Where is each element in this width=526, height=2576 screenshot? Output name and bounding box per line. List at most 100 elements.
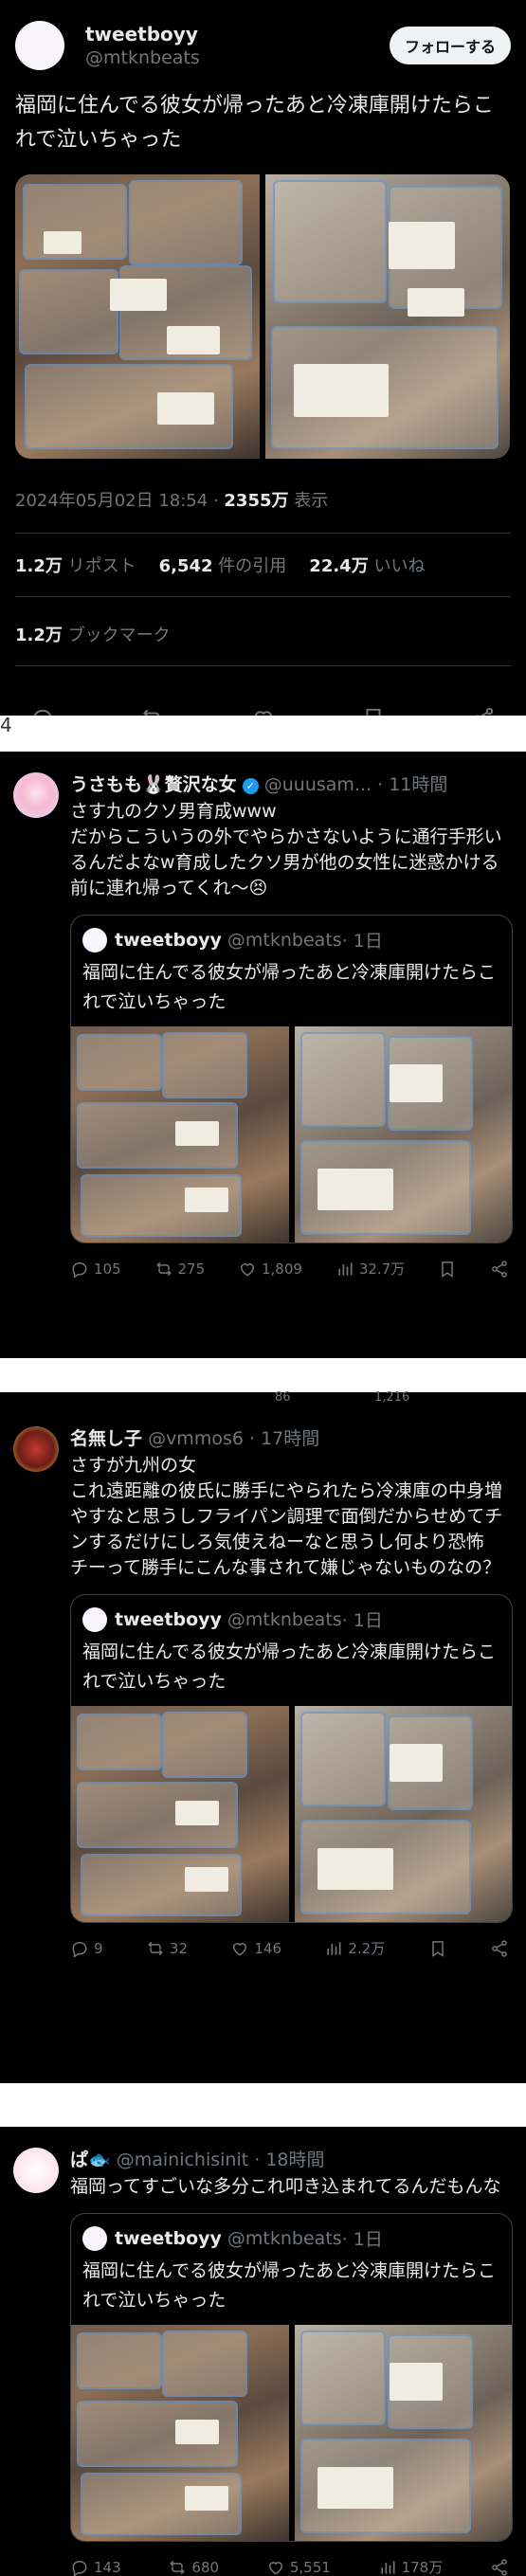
tweet-text: 福岡ってすごいな多分これ叩き込まれてるんだもんな (70, 2176, 501, 2197)
freezer-photo-right[interactable] (265, 174, 510, 459)
quoted-text: 福岡に住んでる彼女が帰ったあと冷凍庫開けたらこれで泣いちゃった (82, 1642, 497, 1692)
repost-icon (155, 1261, 172, 1276)
like-button[interactable]: 5,551 (266, 2557, 331, 2576)
tweet-text: 福岡に住んでる彼女が帰ったあと冷凍庫開けたらこれで泣いちゃった (15, 94, 494, 152)
reply-button[interactable]: 105 (70, 1259, 121, 1279)
freezer-photo-left[interactable] (71, 1026, 289, 1243)
verified-icon: ✓ (242, 778, 259, 794)
separator: 4 (0, 716, 526, 752)
author-name[interactable]: 名無し子 (70, 1428, 142, 1449)
main-tweet: tweetboyy @mtknbeats フォローする 福岡に住んでる彼女が帰っ… (0, 0, 526, 731)
views-label: 表示 (294, 491, 329, 511)
quote-tweet[interactable]: ぱ🐟 @mainichisinit · 18時間 福岡ってすごいな多分これ叩き込… (0, 2127, 526, 2576)
author-handle[interactable]: @vmmos6 (148, 1428, 244, 1449)
repost-button[interactable]: 680 (168, 2557, 219, 2576)
divider (15, 533, 511, 534)
author-names: tweetboyy @mtknbeats (85, 22, 390, 69)
author-handle[interactable]: @mainichisinit (117, 2150, 248, 2170)
divider (15, 596, 511, 597)
quoted-tweet[interactable]: tweetboyy @mtknbeats · 1日 福岡に住んでる彼女が帰ったあ… (70, 2213, 513, 2542)
repost-button[interactable]: 275 (154, 1259, 205, 1279)
freezer-photo-right[interactable] (294, 1706, 512, 1922)
share-icon[interactable] (490, 1259, 509, 1279)
quoted-timestamp: · 1日 (341, 931, 383, 952)
reply-button[interactable]: 143 (70, 2557, 121, 2576)
quote-tweet-actions: 143 680 5,551 178万 (70, 2557, 513, 2576)
author-name[interactable]: ぱ🐟 (70, 2150, 111, 2170)
likes-stat[interactable]: 22.4万 いいね (309, 553, 425, 577)
separator: 86 1,216 (0, 1358, 526, 1406)
views-button[interactable]: 178万 (378, 2557, 443, 2576)
screenshot-page: tweetboyy @mtknbeats フォローする 福岡に住んでる彼女が帰っ… (0, 0, 526, 2576)
freezer-photo-left[interactable] (71, 2325, 289, 2541)
tweet-text: さす九のクソ男育成www だからこういうの外でやらかさないように通行手形いるんだ… (70, 801, 502, 898)
bookmark-icon[interactable] (428, 1938, 447, 1958)
quote-tweet[interactable]: うさもも🐰贅沢な女 ✓ @uuusam... · 11時間 さす九のクソ男育成w… (0, 752, 526, 1358)
avatar[interactable] (13, 2148, 59, 2193)
quoted-author-name: tweetboyy (115, 1608, 222, 1630)
tweet-meta: 2024年05月02日 18:54 · 2355万 表示 (15, 491, 329, 511)
share-icon[interactable] (490, 2557, 509, 2576)
tweet-date[interactable]: 2024年05月02日 18:54 (15, 491, 208, 511)
quote-tweet-actions: 9 32 146 2.2万 (70, 1938, 513, 1958)
quotes-stat[interactable]: 6,542 件の引用 (159, 553, 287, 577)
like-button[interactable]: 1,809 (238, 1259, 302, 1279)
views-icon (327, 1941, 341, 1955)
author-name[interactable]: tweetboyy (85, 22, 390, 46)
share-icon[interactable] (490, 1938, 509, 1958)
author-name[interactable]: うさもも🐰贅沢な女 (70, 774, 237, 795)
avatar[interactable] (15, 21, 64, 70)
bookmark-icon[interactable] (438, 1259, 457, 1279)
quote-tweet[interactable]: 名無し子 @vmmos6 · 17時間 さすが九州の女 これ遠距離の彼氏に勝手に… (0, 1406, 526, 2083)
views-icon (338, 1261, 353, 1276)
quote-tweet-header: うさもも🐰贅沢な女 ✓ @uuusam... · 11時間 (70, 772, 513, 797)
quoted-author-handle: @mtknbeats (227, 929, 342, 951)
quoted-author-name: tweetboyy (115, 929, 222, 951)
freezer-photo-right[interactable] (294, 1026, 512, 1243)
timestamp[interactable]: · 18時間 (254, 2150, 324, 2170)
author-handle[interactable]: @mtknbeats (85, 46, 390, 69)
cut-off-actions: 86 1,216 (0, 1390, 526, 1406)
like-icon (240, 1262, 255, 1277)
views-button[interactable]: 2.2万 (324, 1938, 385, 1958)
repost-button[interactable]: 32 (146, 1938, 188, 1958)
quoted-text: 福岡に住んでる彼女が帰ったあと冷凍庫開けたらこれで泣いちゃった (82, 962, 497, 1012)
quoted-author-handle: @mtknbeats (227, 2227, 342, 2249)
tweet-stats: 1.2万 リポスト 6,542 件の引用 22.4万 いいね (15, 553, 511, 577)
avatar (82, 927, 107, 952)
quote-tweet-header: ぱ🐟 @mainichisinit · 18時間 (70, 2148, 513, 2172)
avatar[interactable] (13, 1426, 59, 1472)
avatar (82, 2225, 107, 2251)
avatar[interactable] (13, 772, 59, 818)
views-count: 2355万 (224, 491, 289, 511)
avatar (82, 1606, 107, 1632)
timestamp[interactable]: · 11時間 (377, 774, 447, 795)
repost-icon (148, 1941, 163, 1955)
author-handle[interactable]: @uuusam... (264, 774, 372, 795)
quoted-photos (71, 1706, 512, 1922)
quote-tweet-header: 名無し子 @vmmos6 · 17時間 (70, 1426, 513, 1451)
quoted-photos (71, 2325, 512, 2541)
views-icon (380, 2560, 395, 2574)
quoted-author-name: tweetboyy (115, 2227, 222, 2249)
quoted-tweet[interactable]: tweetboyy @mtknbeats · 1日 福岡に住んでる彼女が帰ったあ… (70, 1594, 513, 1923)
follow-button[interactable]: フォローする (389, 27, 511, 64)
tweet-text: さすが九州の女 これ遠距離の彼氏に勝手にやられたら冷凍庫の中身増やすなと思うしフ… (70, 1455, 503, 1578)
freezer-photo-left[interactable] (71, 1706, 289, 1922)
separator-mark: 4 (0, 714, 12, 736)
freezer-photo-right[interactable] (294, 2325, 512, 2541)
freezer-photo-left[interactable] (15, 174, 260, 459)
reposts-stat[interactable]: 1.2万 リポスト (15, 553, 136, 577)
quoted-tweet[interactable]: tweetboyy @mtknbeats · 1日 福岡に住んでる彼女が帰ったあ… (70, 915, 513, 1243)
quote-tweet-actions: 105 275 1,809 32.7万 (70, 1259, 513, 1279)
like-button[interactable]: 146 (230, 1938, 281, 1958)
separator (0, 2083, 526, 2127)
views-button[interactable]: 32.7万 (336, 1259, 405, 1279)
reply-icon (72, 1941, 87, 1958)
bookmarks-stat[interactable]: 1.2万 ブックマーク (15, 622, 511, 646)
reply-icon (72, 1261, 87, 1279)
reply-button[interactable]: 9 (70, 1938, 103, 1958)
quoted-timestamp: · 1日 (341, 2229, 383, 2250)
quoted-text: 福岡に住んでる彼女が帰ったあと冷凍庫開けたらこれで泣いちゃった (82, 2260, 497, 2311)
timestamp[interactable]: · 17時間 (249, 1428, 319, 1449)
